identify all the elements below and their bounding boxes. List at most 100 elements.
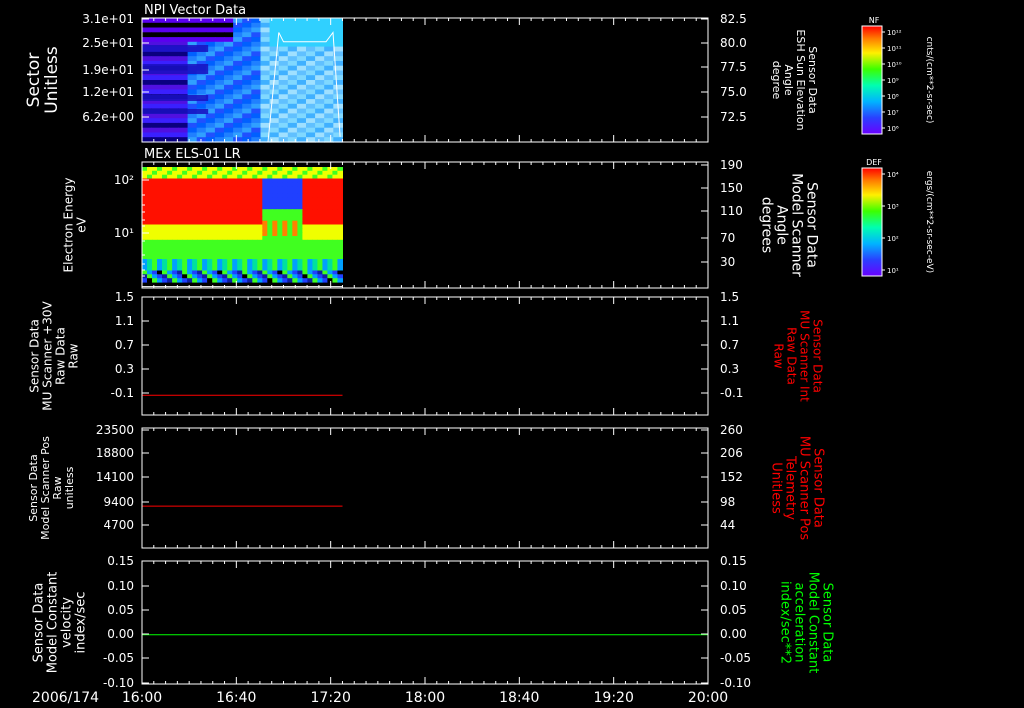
els-cell [277, 266, 283, 272]
els-cell [337, 266, 343, 272]
els-cell [237, 236, 243, 241]
els-cell [142, 190, 148, 195]
els-cell [182, 178, 188, 183]
npi-cell [260, 94, 271, 100]
els-cell [177, 259, 183, 264]
y-tick-label-right: 206 [720, 446, 743, 460]
colorbar-tick-label: 10⁸ [887, 93, 899, 101]
els-cell [277, 228, 283, 233]
els-cell [247, 259, 253, 264]
els-cell [302, 213, 308, 218]
colorbar-tick-label: 10⁴ [887, 171, 899, 179]
npi-cell [242, 22, 252, 29]
els-cell [152, 213, 158, 218]
els-cell [212, 174, 218, 180]
els-cell [242, 178, 248, 183]
els-cell [282, 220, 288, 226]
right-axis-label-line: Raw Data [784, 327, 798, 385]
els-cell [332, 201, 338, 206]
els-cell [222, 259, 228, 264]
els-cell [222, 197, 228, 203]
npi-cell [278, 80, 289, 86]
npi-cell [242, 108, 252, 114]
els-cell [162, 216, 168, 222]
els-cell [322, 262, 328, 268]
els-cell [147, 201, 153, 206]
npi-cell [233, 27, 243, 33]
npi-cell [296, 75, 307, 81]
els-cell [147, 228, 153, 233]
els-cell [272, 270, 278, 275]
els-cell [182, 232, 188, 237]
els-cell [152, 190, 158, 195]
els-cell [222, 270, 228, 275]
y-tick-label-right: 0.00 [720, 627, 747, 641]
npi-cell [196, 84, 207, 91]
els-cell [182, 182, 188, 187]
els-cell [157, 201, 163, 206]
els-cell [302, 186, 308, 191]
els-cell [247, 255, 253, 260]
npi-cell [178, 132, 189, 138]
els-cell [167, 167, 173, 172]
y-tick-label-right: 0.15 [720, 554, 747, 568]
els-cell [282, 239, 288, 245]
npi-cell [196, 122, 207, 129]
els-cell [292, 186, 298, 191]
els-cell [182, 243, 188, 249]
els-cell [272, 266, 278, 272]
els-cell [237, 239, 243, 245]
els-cell [227, 174, 233, 180]
els-cell [317, 274, 323, 279]
npi-cell [224, 46, 234, 52]
els-cell [207, 274, 213, 279]
npi-cell [306, 80, 316, 86]
els-cell [162, 247, 168, 252]
els-cell [172, 251, 178, 256]
npi-cell [278, 84, 289, 91]
els-cell [332, 167, 338, 172]
els-cell [247, 213, 253, 218]
els-cell [292, 259, 298, 264]
els-cell [242, 182, 248, 187]
els-cell [312, 213, 318, 218]
els-cell [222, 178, 228, 183]
els-cell [227, 278, 233, 283]
els-cell [212, 236, 218, 241]
els-cell [332, 278, 338, 283]
y-tick-label-right: 77.5 [720, 60, 747, 74]
els-cell [312, 193, 318, 199]
els-cell [307, 178, 313, 183]
els-cell [337, 251, 343, 256]
els-cell [162, 213, 168, 218]
els-cell [332, 239, 338, 245]
els-cell [147, 182, 153, 187]
els-cell [152, 270, 158, 275]
els-cell [182, 174, 188, 180]
els-cell [277, 174, 283, 180]
els-cell [287, 251, 293, 256]
els-cell [317, 186, 323, 191]
els-cell [317, 178, 323, 183]
els-cell [167, 266, 173, 272]
els-cell [217, 209, 223, 214]
els-cell [167, 270, 173, 275]
npi-cell [187, 127, 198, 134]
npi-cell [151, 75, 161, 81]
npi-cell [333, 37, 343, 43]
els-cell [152, 193, 158, 199]
els-cell [312, 190, 318, 195]
npi-cell [224, 122, 234, 129]
els-cell [217, 228, 223, 233]
npi-cell [333, 32, 343, 38]
els-cell [302, 243, 308, 249]
npi-cell [169, 27, 179, 33]
els-cell [327, 170, 333, 176]
els-cell [222, 274, 228, 279]
npi-cell [260, 32, 271, 38]
els-cell [272, 197, 278, 203]
els-cell [147, 247, 153, 252]
els-cell [232, 266, 238, 272]
time-tick-label: 16:00 [122, 690, 162, 706]
els-cell [157, 167, 163, 172]
